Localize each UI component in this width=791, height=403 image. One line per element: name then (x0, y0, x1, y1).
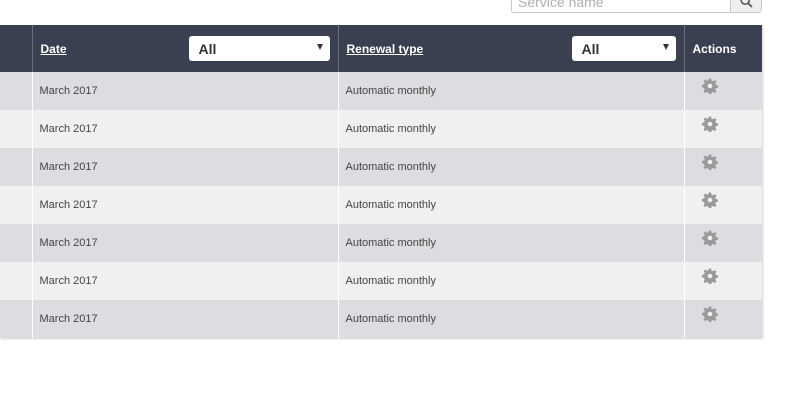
row-first-cell (0, 72, 33, 110)
search-button[interactable] (731, 0, 762, 13)
gear-icon[interactable] (701, 78, 718, 95)
sort-link-date[interactable]: Date (41, 42, 67, 56)
row-date: March 2017 (32, 110, 339, 148)
header-row: Date All Renewal type All Actions (0, 25, 762, 72)
table-row: March 2017 Automatic monthly (0, 148, 762, 186)
row-actions (684, 300, 762, 338)
column-header-actions: Actions (684, 25, 762, 72)
row-renewal-type: Automatic monthly (338, 186, 685, 224)
date-filter-select[interactable]: All (188, 36, 330, 61)
row-renewal-type: Automatic monthly (338, 262, 685, 300)
row-date: March 2017 (32, 300, 339, 338)
gear-icon[interactable] (701, 192, 718, 209)
row-actions (684, 224, 762, 262)
gear-icon[interactable] (701, 116, 718, 133)
search-icon (739, 0, 753, 8)
table-body: March 2017 Automatic monthly March 2017 Aut… (0, 72, 762, 338)
row-first-cell (0, 110, 33, 148)
services-table: Date All Renewal type All Actions March … (0, 25, 762, 338)
row-date: March 2017 (32, 186, 339, 224)
table-header: Date All Renewal type All Actions (0, 25, 762, 72)
row-actions (684, 262, 762, 300)
services-table-container: Date All Renewal type All Actions March … (0, 25, 762, 338)
column-header-date-inner: Date All (33, 36, 338, 61)
date-filter-value: All (198, 40, 217, 57)
actions-header-label: Actions (692, 41, 737, 56)
row-date: March 2017 (32, 262, 339, 300)
renewal-type-filter-select[interactable]: All (571, 36, 676, 61)
row-renewal-type: Automatic monthly (338, 300, 685, 338)
row-actions (684, 110, 762, 148)
page: Date All Renewal type All (0, 0, 791, 403)
gear-icon[interactable] (701, 230, 718, 247)
column-header-renewal-type: Renewal type All (338, 25, 685, 72)
table-row: March 2017 Automatic monthly (0, 186, 762, 224)
column-header-date: Date All (32, 25, 339, 72)
row-date: March 2017 (32, 224, 339, 262)
table-row: March 2017 Automatic monthly (0, 224, 762, 262)
chevron-down-icon (316, 44, 323, 50)
renewal-type-filter-value: All (581, 40, 600, 57)
row-date: March 2017 (32, 72, 339, 110)
row-first-cell (0, 148, 33, 186)
row-actions (684, 72, 762, 110)
row-date: March 2017 (32, 148, 339, 186)
row-first-cell (0, 186, 33, 224)
search-input[interactable] (511, 0, 731, 13)
column-header-first (0, 25, 33, 72)
gear-icon[interactable] (701, 268, 718, 285)
search-bar (511, 0, 762, 13)
chevron-down-icon (662, 44, 669, 50)
gear-icon[interactable] (701, 154, 718, 171)
sort-link-renewal-type[interactable]: Renewal type (347, 42, 424, 56)
row-first-cell (0, 300, 33, 338)
row-renewal-type: Automatic monthly (338, 148, 685, 186)
row-renewal-type: Automatic monthly (338, 224, 685, 262)
row-actions (684, 186, 762, 224)
table-row: March 2017 Automatic monthly (0, 262, 762, 300)
column-header-renewal-type-inner: Renewal type All (339, 36, 684, 61)
row-actions (684, 148, 762, 186)
gear-icon[interactable] (701, 306, 718, 323)
row-first-cell (0, 262, 33, 300)
row-renewal-type: Automatic monthly (338, 110, 685, 148)
table-row: March 2017 Automatic monthly (0, 300, 762, 338)
row-first-cell (0, 224, 33, 262)
table-row: March 2017 Automatic monthly (0, 110, 762, 148)
row-renewal-type: Automatic monthly (338, 72, 685, 110)
table-row: March 2017 Automatic monthly (0, 72, 762, 110)
